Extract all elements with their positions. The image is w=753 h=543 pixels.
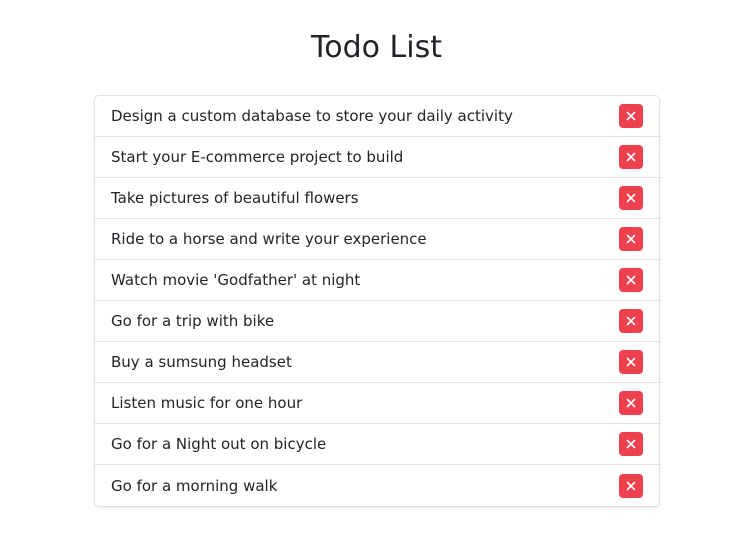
delete-button[interactable] <box>619 268 643 292</box>
close-icon <box>626 111 636 121</box>
close-icon <box>626 234 636 244</box>
close-icon <box>626 357 636 367</box>
todo-item: Take pictures of beautiful flowers <box>95 178 659 219</box>
close-icon <box>626 275 636 285</box>
todo-text: Go for a trip with bike <box>111 312 275 330</box>
close-icon <box>626 481 636 490</box>
todo-text: Go for a morning walk <box>111 476 278 495</box>
delete-button[interactable] <box>619 104 643 128</box>
todo-item: Start your E-commerce project to build <box>95 137 659 178</box>
close-icon <box>626 439 636 449</box>
todo-text: Ride to a horse and write your experienc… <box>111 230 427 248</box>
close-icon <box>626 316 636 326</box>
close-icon <box>626 152 636 162</box>
close-icon <box>626 193 636 203</box>
page-title: Todo List <box>311 30 442 65</box>
delete-button[interactable] <box>619 350 643 374</box>
todo-text: Start your E-commerce project to build <box>111 148 404 166</box>
todo-text: Take pictures of beautiful flowers <box>111 189 359 207</box>
todo-list: Design a custom database to store your d… <box>94 95 660 507</box>
todo-text: Watch movie 'Godfather' at night <box>111 271 361 289</box>
delete-button[interactable] <box>619 145 643 169</box>
close-icon <box>626 398 636 408</box>
todo-item: Go for a trip with bike <box>95 301 659 342</box>
todo-item: Go for a morning walk <box>95 465 659 506</box>
todo-item: Buy a sumsung headset <box>95 342 659 383</box>
delete-button[interactable] <box>619 186 643 210</box>
todo-item: Go for a Night out on bicycle <box>95 424 659 465</box>
todo-text: Design a custom database to store your d… <box>111 107 513 125</box>
todo-text: Go for a Night out on bicycle <box>111 435 327 453</box>
delete-button[interactable] <box>619 309 643 333</box>
todo-text: Listen music for one hour <box>111 394 303 412</box>
todo-item: Design a custom database to store your d… <box>95 96 659 137</box>
delete-button[interactable] <box>619 432 643 456</box>
todo-text: Buy a sumsung headset <box>111 353 292 371</box>
todo-item: Listen music for one hour <box>95 383 659 424</box>
todo-page: Todo List Design a custom database to st… <box>0 0 753 543</box>
todo-item: Watch movie 'Godfather' at night <box>95 260 659 301</box>
delete-button[interactable] <box>619 473 643 498</box>
todo-item: Ride to a horse and write your experienc… <box>95 219 659 260</box>
delete-button[interactable] <box>619 391 643 415</box>
delete-button[interactable] <box>619 227 643 251</box>
